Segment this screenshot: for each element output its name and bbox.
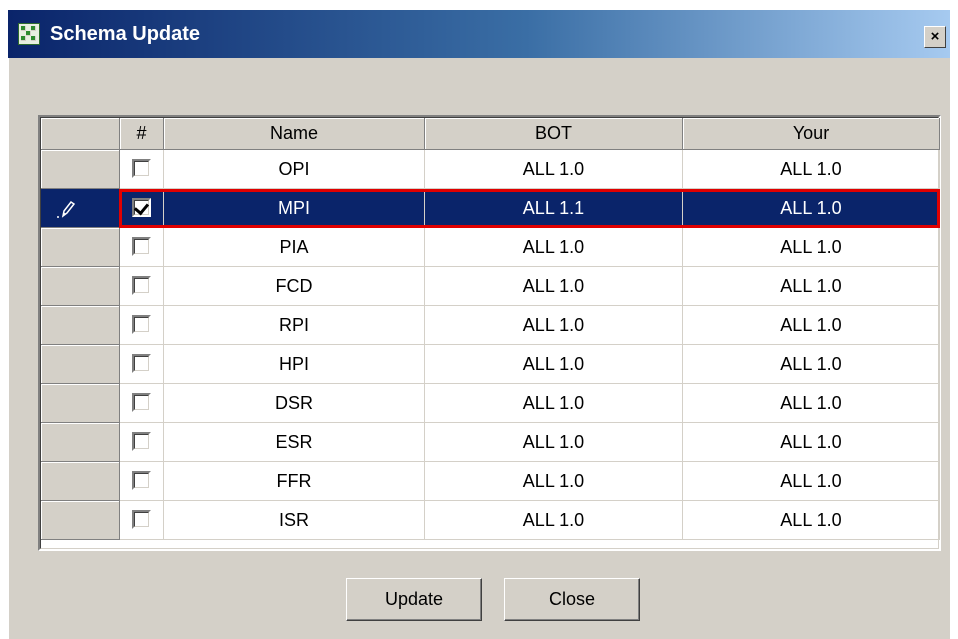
your-cell[interactable]: ALL 1.0 <box>683 189 940 228</box>
pencil-icon <box>57 200 76 218</box>
update-button[interactable]: Update <box>346 578 482 621</box>
column-header-your[interactable]: Your <box>683 118 940 150</box>
schema-app-icon <box>18 23 40 45</box>
row-checkbox[interactable] <box>132 276 151 295</box>
row-checkbox[interactable] <box>132 510 151 529</box>
name-cell[interactable]: DSR <box>164 384 425 423</box>
name-cell[interactable]: PIA <box>164 228 425 267</box>
name-cell[interactable]: ESR <box>164 423 425 462</box>
column-header-check[interactable]: # <box>120 118 164 150</box>
check-cell <box>120 228 164 267</box>
name-cell[interactable]: FFR <box>164 462 425 501</box>
grid-frame: # Name BOT Your OPI ALL 1.0 ALL 1.0 MPI ALL … <box>40 117 940 549</box>
check-cell <box>120 267 164 306</box>
your-cell[interactable]: ALL 1.0 <box>683 228 940 267</box>
check-cell <box>120 189 164 228</box>
your-cell[interactable]: ALL 1.0 <box>683 462 940 501</box>
your-cell[interactable]: ALL 1.0 <box>683 423 940 462</box>
row-checkbox[interactable] <box>132 354 151 373</box>
bot-cell[interactable]: ALL 1.0 <box>425 306 683 345</box>
row-checkbox[interactable] <box>132 432 151 451</box>
row-checkbox[interactable] <box>132 198 151 217</box>
check-cell <box>120 462 164 501</box>
close-icon[interactable]: × <box>924 26 946 48</box>
row-header[interactable] <box>41 423 120 462</box>
check-cell <box>120 150 164 189</box>
bot-cell[interactable]: ALL 1.0 <box>425 501 683 540</box>
name-cell[interactable]: OPI <box>164 150 425 189</box>
row-header[interactable] <box>41 384 120 423</box>
table-row[interactable]: DSR ALL 1.0 ALL 1.0 <box>41 384 940 423</box>
row-checkbox[interactable] <box>132 315 151 334</box>
table-row[interactable]: PIA ALL 1.0 ALL 1.0 <box>41 228 940 267</box>
name-cell[interactable]: RPI <box>164 306 425 345</box>
name-cell[interactable]: HPI <box>164 345 425 384</box>
check-cell <box>120 345 164 384</box>
bot-cell[interactable]: ALL 1.0 <box>425 267 683 306</box>
row-header[interactable] <box>41 267 120 306</box>
table-row[interactable]: ISR ALL 1.0 ALL 1.0 <box>41 501 940 540</box>
bot-cell[interactable]: ALL 1.0 <box>425 228 683 267</box>
table-row[interactable]: FCD ALL 1.0 ALL 1.0 <box>41 267 940 306</box>
your-cell[interactable]: ALL 1.0 <box>683 267 940 306</box>
bot-cell[interactable]: ALL 1.0 <box>425 423 683 462</box>
table-row[interactable]: OPI ALL 1.0 ALL 1.0 <box>41 150 940 189</box>
table-row[interactable]: RPI ALL 1.0 ALL 1.0 <box>41 306 940 345</box>
check-cell <box>120 306 164 345</box>
row-header[interactable] <box>41 228 120 267</box>
column-header-name[interactable]: Name <box>164 118 425 150</box>
your-cell[interactable]: ALL 1.0 <box>683 306 940 345</box>
table-row[interactable]: MPI ALL 1.1 ALL 1.0 <box>41 189 940 228</box>
name-cell[interactable]: ISR <box>164 501 425 540</box>
row-checkbox[interactable] <box>132 471 151 490</box>
your-cell[interactable]: ALL 1.0 <box>683 384 940 423</box>
window-title: Schema Update <box>50 23 201 45</box>
bot-cell[interactable]: ALL 1.0 <box>425 384 683 423</box>
row-header[interactable] <box>41 189 120 228</box>
row-header[interactable] <box>41 345 120 384</box>
bot-cell[interactable]: ALL 1.0 <box>425 150 683 189</box>
column-header-bot[interactable]: BOT <box>425 118 683 150</box>
check-cell <box>120 384 164 423</box>
close-button[interactable]: Close <box>504 578 640 621</box>
your-cell[interactable]: ALL 1.0 <box>683 501 940 540</box>
bot-cell[interactable]: ALL 1.0 <box>425 345 683 384</box>
checkmark-icon <box>133 199 150 216</box>
row-checkbox[interactable] <box>132 393 151 412</box>
row-header[interactable] <box>41 150 120 189</box>
bot-cell[interactable]: ALL 1.1 <box>425 189 683 228</box>
your-cell[interactable]: ALL 1.0 <box>683 345 940 384</box>
your-cell[interactable]: ALL 1.0 <box>683 150 940 189</box>
row-header[interactable] <box>41 306 120 345</box>
table-row[interactable]: FFR ALL 1.0 ALL 1.0 <box>41 462 940 501</box>
check-cell <box>120 501 164 540</box>
name-cell[interactable]: FCD <box>164 267 425 306</box>
table-row[interactable]: HPI ALL 1.0 ALL 1.0 <box>41 345 940 384</box>
row-header[interactable] <box>41 501 120 540</box>
schema-grid: # Name BOT Your OPI ALL 1.0 ALL 1.0 MPI ALL … <box>38 115 941 551</box>
name-cell[interactable]: MPI <box>164 189 425 228</box>
title-bar[interactable]: Schema Update × <box>8 10 950 58</box>
row-checkbox[interactable] <box>132 159 151 178</box>
table-row[interactable]: ESR ALL 1.0 ALL 1.0 <box>41 423 940 462</box>
bot-cell[interactable]: ALL 1.0 <box>425 462 683 501</box>
check-cell <box>120 423 164 462</box>
corner-header <box>41 118 120 150</box>
row-checkbox[interactable] <box>132 237 151 256</box>
row-header[interactable] <box>41 462 120 501</box>
